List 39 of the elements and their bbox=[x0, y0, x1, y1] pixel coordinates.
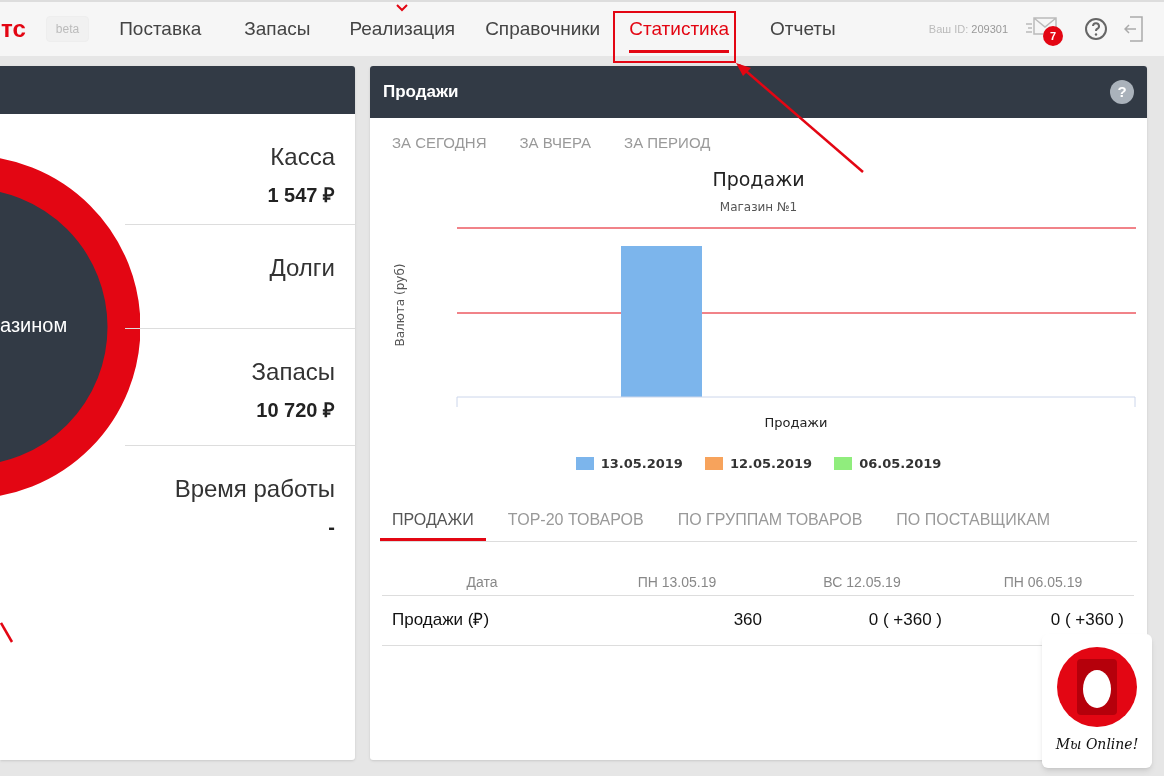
column-header: Дата bbox=[382, 571, 582, 595]
column-header: ВС 12.05.19 bbox=[772, 571, 952, 595]
circle-label[interactable]: азином bbox=[0, 310, 68, 340]
chat-widget[interactable]: Мы Online! bbox=[1042, 634, 1152, 768]
user-id: Ваш ID: 209301 bbox=[928, 21, 1008, 37]
nav-tab[interactable]: Отчеты bbox=[760, 2, 846, 56]
stat-label: Касса bbox=[270, 142, 335, 172]
column-header: ПН 06.05.19 bbox=[952, 571, 1134, 595]
annotation-line bbox=[0, 622, 14, 644]
panel-title: Продажи bbox=[383, 81, 459, 104]
legend-label[interactable]: 12.05.2019 bbox=[729, 453, 813, 473]
mail-icon[interactable] bbox=[1026, 16, 1058, 38]
column-header: ПН 13.05.19 bbox=[582, 571, 772, 595]
table-cell: 0 ( +360 ) bbox=[772, 595, 952, 645]
axis-label: Валюта (руб) bbox=[392, 262, 408, 348]
message-count-badge: 7 bbox=[1043, 26, 1063, 46]
chart-title: Продажи bbox=[711, 166, 806, 192]
nav-tab[interactable]: Поставка bbox=[109, 2, 212, 56]
legend-label[interactable]: 13.05.2019 bbox=[600, 453, 683, 473]
help-icon[interactable] bbox=[1084, 17, 1108, 41]
nav-tab[interactable]: Статистика bbox=[619, 2, 740, 56]
stat-value: 10 720 ₽ bbox=[256, 398, 335, 423]
logo[interactable]: тс bbox=[1, 17, 26, 41]
stat-label: Запасы bbox=[251, 357, 335, 387]
chat-label: Мы Online! bbox=[1055, 735, 1139, 754]
stat-value: 1 547 ₽ bbox=[267, 183, 335, 208]
egg-logo-icon bbox=[1056, 646, 1138, 728]
table-cell: 360 bbox=[582, 595, 772, 645]
nav-tab[interactable]: Запасы bbox=[234, 2, 321, 56]
legend-label[interactable]: 06.05.2019 bbox=[859, 453, 942, 473]
stat-label: Долги bbox=[269, 253, 335, 283]
chart-subtitle: Магазин №1 bbox=[718, 198, 799, 216]
stat-label: Время работы bbox=[174, 474, 335, 504]
stat-value: - bbox=[328, 515, 335, 540]
nav-tab[interactable]: Реализация bbox=[339, 2, 466, 56]
table-cell: Продажи (₽) bbox=[382, 595, 582, 645]
axis-label: Продажи bbox=[763, 413, 829, 432]
nav-tab[interactable]: Справочники bbox=[475, 2, 611, 56]
tab[interactable]: ПРОДАЖИ bbox=[380, 502, 486, 541]
